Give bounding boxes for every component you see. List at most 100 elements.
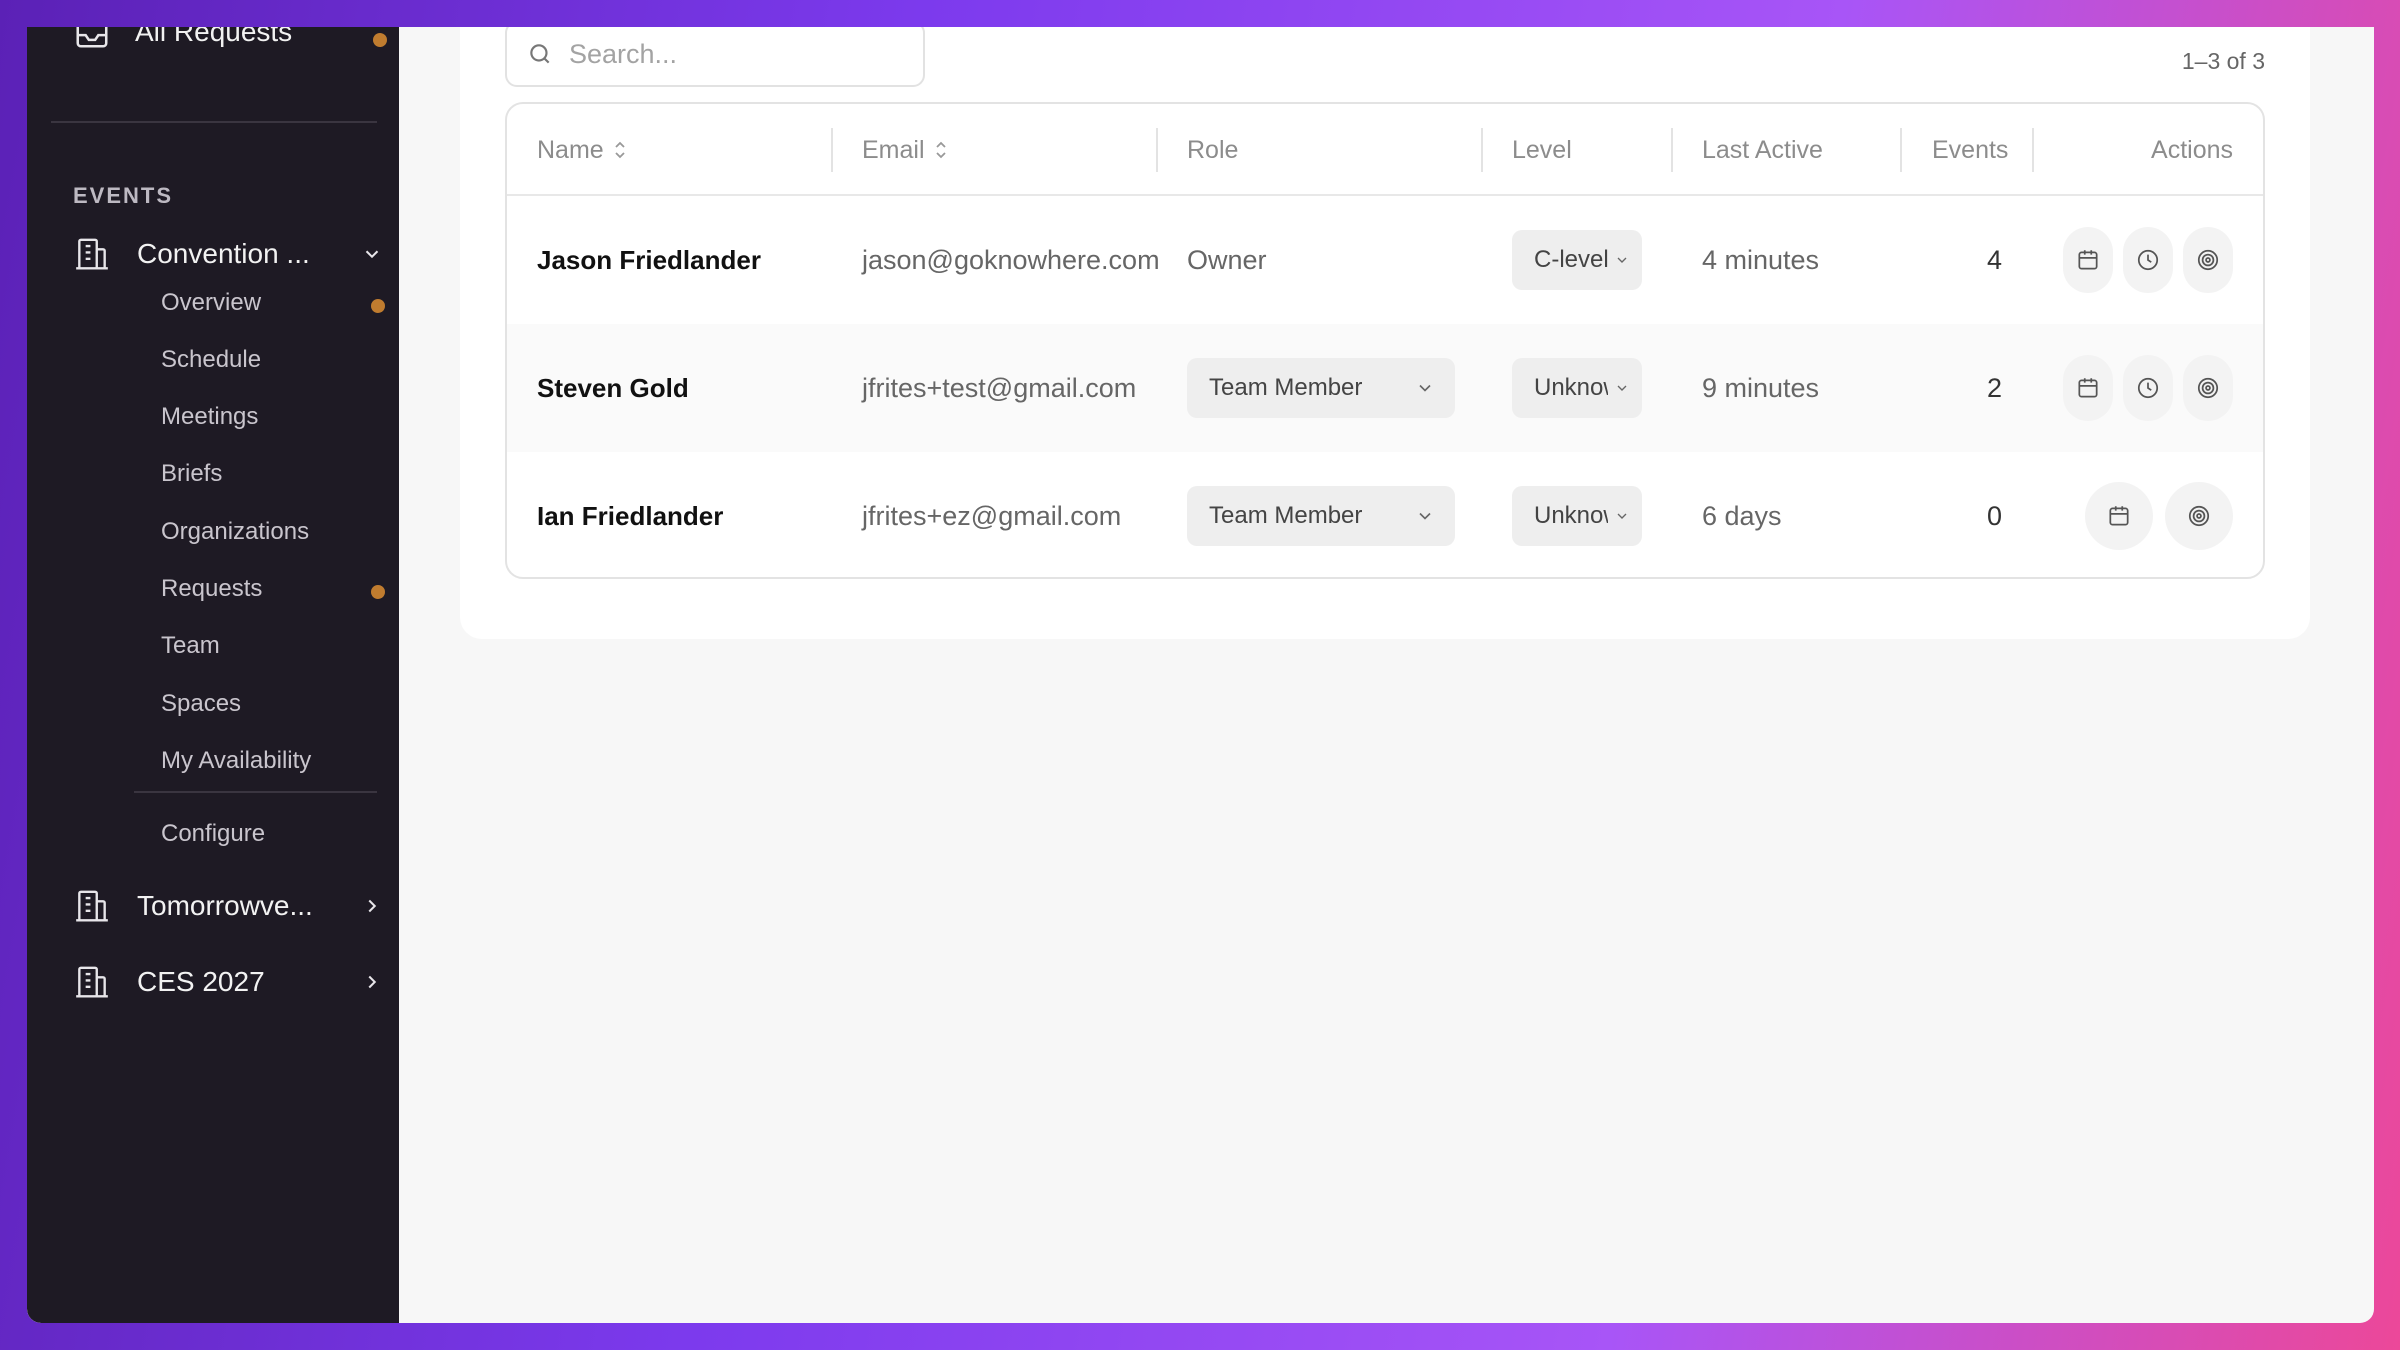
team-card: 1–3 of 3 Name Email Role Level [460, 27, 2310, 639]
sidebar-item-spaces[interactable]: Spaces [161, 690, 391, 718]
member-name: Ian Friedlander [537, 500, 724, 531]
sidebar-item-label: Organizations [161, 518, 310, 545]
chevron-down-icon [1419, 512, 1431, 520]
column-label: Name [537, 135, 604, 164]
last-active: 6 days [1702, 500, 1782, 531]
member-name: Jason Friedlander [537, 244, 761, 275]
event-count: 0 [1987, 500, 2003, 531]
level-select[interactable]: C-level [1512, 230, 1642, 290]
role-select[interactable]: Team Member [1187, 358, 1455, 418]
level-value: Unknown [1534, 502, 1608, 529]
column-label: Role [1187, 135, 1239, 164]
column-label: Last Active [1702, 135, 1823, 164]
target-icon [2197, 249, 2219, 271]
level-select[interactable]: Unknown [1512, 358, 1642, 418]
event-count: 2 [1987, 372, 2003, 403]
calendar-icon [2078, 250, 2098, 270]
sidebar-item-label: All Requests [135, 27, 293, 47]
member-name: Steven Gold [537, 372, 689, 403]
table-row[interactable]: Jason Friedlander jason@goknowhere.com O… [507, 196, 2263, 324]
chevron-down-icon [1617, 257, 1627, 263]
sidebar-item-label: Requests [161, 575, 263, 602]
sidebar-item-all-requests[interactable]: All Requests [73, 27, 387, 51]
sidebar-event-label: CES 2027 [137, 966, 265, 997]
clock-icon [2137, 249, 2159, 271]
calendar-icon [2078, 378, 2098, 398]
target-button[interactable] [2183, 227, 2233, 293]
column-header-email[interactable]: Email [862, 104, 949, 196]
chevron-down-icon [1617, 513, 1627, 519]
sidebar-item-my-availability[interactable]: My Availability [161, 747, 391, 775]
inbox-icon [76, 27, 108, 48]
calendar-button[interactable] [2063, 227, 2113, 293]
last-active: 4 minutes [1702, 244, 1820, 275]
level-select[interactable]: Unknown [1512, 486, 1642, 546]
sidebar-item-overview[interactable]: Overview [161, 289, 391, 317]
column-header-last-active: Last Active [1702, 104, 1823, 196]
column-header-actions: Actions [2151, 104, 2233, 196]
sidebar-item-label: Schedule [161, 346, 262, 373]
sidebar-item-schedule[interactable]: Schedule [161, 346, 391, 374]
calendar-button[interactable] [2085, 482, 2153, 550]
column-separator [1481, 128, 1483, 172]
building-icon [76, 966, 108, 998]
column-label: Level [1512, 135, 1572, 164]
history-button[interactable] [2123, 227, 2173, 293]
target-icon [2197, 377, 2219, 399]
history-button[interactable] [2123, 355, 2173, 421]
calendar-button[interactable] [2063, 355, 2113, 421]
search-input[interactable] [569, 38, 909, 70]
sidebar-item-configure[interactable]: Configure [161, 820, 391, 848]
sidebar-item-team[interactable]: Team [161, 632, 391, 660]
column-label: Actions [2151, 135, 2233, 164]
column-separator [1900, 128, 1902, 172]
table-header: Name Email Role Level Last Active Events… [507, 104, 2263, 196]
chevron-down-icon [1617, 385, 1627, 391]
role-select[interactable]: Team Member [1187, 486, 1455, 546]
target-button[interactable] [2183, 355, 2233, 421]
target-button[interactable] [2165, 482, 2233, 550]
column-label: Events [1932, 135, 2009, 164]
sidebar-event-label: Tomorrowve... [137, 890, 313, 921]
column-separator [2032, 128, 2034, 172]
sidebar-event-label: Convention ... [137, 238, 310, 269]
app-window: All Requests EVENTS Convention ... Overv… [27, 27, 2374, 1323]
column-header-name[interactable]: Name [537, 104, 628, 196]
notification-dot [373, 33, 387, 47]
sidebar-event-tomorrowverse[interactable]: Tomorrowve... [73, 887, 383, 925]
member-email: jfrites+test@gmail.com [862, 372, 1137, 403]
sidebar-item-briefs[interactable]: Briefs [161, 460, 391, 488]
role-value: Team Member [1209, 374, 1363, 401]
main-content: 1–3 of 3 Name Email Role Level [399, 27, 2374, 1323]
table-row[interactable]: Steven Gold jfrites+test@gmail.com Team … [507, 324, 2263, 452]
column-header-events: Events [1932, 104, 2008, 196]
sidebar-item-label: Team [161, 632, 220, 659]
sort-icon [935, 141, 946, 159]
clock-icon [2137, 377, 2159, 399]
role-value: Team Member [1209, 502, 1363, 529]
member-email: jfrites+ez@gmail.com [862, 500, 1122, 531]
sidebar-item-label: My Availability [161, 747, 312, 774]
table-row[interactable]: Ian Friedlander jfrites+ez@gmail.com Tea… [507, 452, 2263, 577]
sidebar-item-meetings[interactable]: Meetings [161, 403, 391, 431]
notification-dot [371, 585, 385, 599]
sidebar-divider [134, 791, 377, 793]
sidebar-item-organizations[interactable]: Organizations [161, 518, 391, 546]
level-value: Unknown [1534, 374, 1608, 401]
column-header-role: Role [1187, 104, 1238, 196]
sidebar-item-label: Configure [161, 820, 266, 847]
member-role: Owner [1187, 244, 1267, 275]
sidebar-item-requests[interactable]: Requests [161, 575, 391, 603]
column-separator [1156, 128, 1158, 172]
sidebar-section-title: EVENTS [73, 183, 174, 208]
search-box[interactable] [505, 27, 925, 87]
notification-dot [371, 299, 385, 313]
pagination-label: 1–3 of 3 [2181, 48, 2265, 74]
team-table: Name Email Role Level Last Active Events… [505, 102, 2265, 579]
sidebar-item-label: Spaces [161, 690, 242, 717]
sidebar-event-convention[interactable]: Convention ... [73, 235, 383, 273]
sidebar-event-ces-2027[interactable]: CES 2027 [73, 963, 383, 1001]
sidebar-item-label: Meetings [161, 403, 259, 430]
building-icon [76, 890, 108, 922]
building-icon [76, 238, 108, 270]
